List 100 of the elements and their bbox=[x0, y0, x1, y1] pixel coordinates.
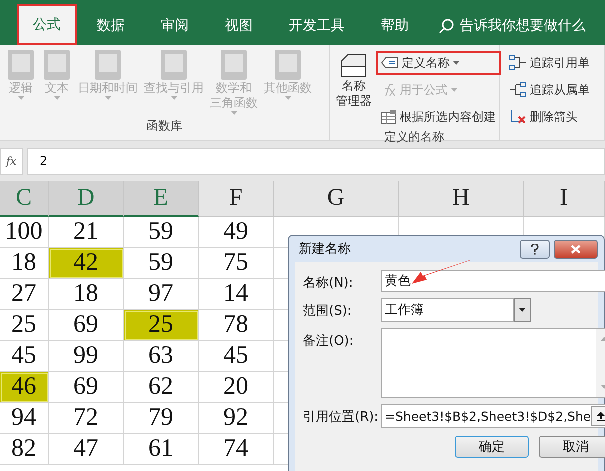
table-cell: 62 bbox=[124, 372, 199, 403]
column-header[interactable]: D bbox=[49, 181, 124, 217]
book-icon bbox=[273, 49, 303, 81]
field-label: 范围(S): bbox=[303, 303, 353, 321]
caret-icon bbox=[54, 96, 60, 100]
reference-input[interactable]: =Sheet3!$B$2,Sheet3!$D$2,She bbox=[381, 404, 605, 428]
dropdown-button[interactable] bbox=[514, 298, 531, 322]
book-icon bbox=[219, 49, 249, 81]
name-manager-label: 管理器 bbox=[336, 94, 372, 109]
table-cell: 79 bbox=[124, 403, 199, 434]
table-cell: 47 bbox=[49, 434, 124, 465]
column-header[interactable]: I bbox=[524, 181, 605, 217]
table-cell: 59 bbox=[124, 217, 199, 248]
table-cell: 59 bbox=[124, 248, 199, 279]
name-input[interactable]: 黄色 bbox=[381, 270, 605, 292]
table-cell: 69 bbox=[49, 372, 124, 403]
function-label: 逻辑 bbox=[9, 81, 33, 96]
dialog-title: 新建名称 bbox=[299, 241, 351, 258]
group-label: 定义的名称 bbox=[384, 129, 446, 146]
table-cell: 27 bbox=[0, 279, 49, 310]
name-manager-button[interactable]: 名称 管理器 bbox=[334, 49, 374, 129]
table-cell: 45 bbox=[199, 341, 274, 372]
table-cell: 72 bbox=[49, 403, 124, 434]
tag-icon bbox=[381, 57, 399, 69]
table-cell: 18 bbox=[0, 248, 49, 279]
name-manager-label: 名称 bbox=[342, 79, 366, 94]
formula-input[interactable]: 2 bbox=[27, 148, 605, 174]
table-cell: 97 bbox=[124, 279, 199, 310]
caret-icon bbox=[104, 96, 112, 100]
caret-icon bbox=[230, 111, 238, 115]
table-cell: 74 bbox=[199, 434, 274, 465]
caret-icon bbox=[451, 88, 458, 92]
close-icon bbox=[571, 244, 581, 254]
function-label: 文本 bbox=[45, 81, 69, 96]
table-cell: 78 bbox=[199, 310, 274, 341]
search-icon bbox=[439, 18, 454, 34]
insert-function-button[interactable]: fx bbox=[0, 148, 23, 174]
trace-arrows-icon bbox=[509, 82, 527, 98]
column-header[interactable]: F bbox=[199, 181, 274, 217]
help-button[interactable] bbox=[520, 240, 550, 258]
book-icon bbox=[93, 49, 123, 81]
caret-icon bbox=[519, 308, 526, 312]
defined-name-button[interactable]: 定义名称 bbox=[376, 51, 501, 75]
dialog-button[interactable]: 确定 bbox=[455, 436, 530, 458]
comment-input[interactable] bbox=[381, 328, 605, 398]
ribbon-tab[interactable]: 视图 bbox=[209, 7, 269, 45]
caret-icon bbox=[453, 61, 460, 65]
function-label: 日期和时间 bbox=[78, 81, 138, 96]
formula-auditing-button[interactable]: 删除箭头 bbox=[504, 105, 595, 129]
caret-icon bbox=[284, 96, 292, 100]
table-cell: 18 bbox=[49, 279, 124, 310]
table-cell: 100 bbox=[0, 217, 49, 248]
table-cell: 21 bbox=[49, 217, 124, 248]
table-cell: 99 bbox=[49, 341, 124, 372]
caret-icon bbox=[170, 96, 178, 100]
column-header[interactable]: C bbox=[0, 181, 49, 217]
book-icon bbox=[6, 49, 36, 81]
table-cell: 69 bbox=[49, 310, 124, 341]
group-label: 函数库 bbox=[146, 118, 184, 135]
ribbon-tab[interactable]: 数据 bbox=[81, 7, 141, 45]
close-button[interactable] bbox=[554, 240, 598, 258]
table-cell: 82 bbox=[0, 434, 49, 465]
table-cell: 61 bbox=[124, 434, 199, 465]
collapse-button[interactable] bbox=[591, 406, 605, 426]
trace-arrows-icon bbox=[509, 55, 527, 71]
table-cell: 42 bbox=[49, 248, 124, 279]
table-cell: 92 bbox=[199, 403, 274, 434]
formula-auditing-button[interactable]: 追踪从属单 bbox=[504, 78, 595, 102]
dialog-button[interactable]: 取消 bbox=[539, 436, 605, 458]
column-header[interactable]: H bbox=[399, 181, 524, 217]
tell-me-search[interactable]: 告诉我你想要做什么 bbox=[460, 17, 586, 35]
field-label: 引用位置(R): bbox=[303, 409, 380, 427]
book-icon bbox=[159, 49, 189, 81]
up-arrow-icon bbox=[596, 410, 605, 422]
table-cell: 25 bbox=[124, 310, 199, 341]
ribbon-tab[interactable]: 公式 bbox=[17, 4, 77, 45]
ribbon-tab[interactable]: 帮助 bbox=[365, 7, 425, 45]
function-label: 数学和 bbox=[216, 81, 252, 96]
ribbon-tab[interactable]: 审阅 bbox=[145, 7, 205, 45]
remove-arrows-icon bbox=[509, 109, 527, 125]
book-icon bbox=[42, 49, 72, 81]
pointer-arrow-drawing bbox=[412, 260, 472, 284]
column-header[interactable]: G bbox=[274, 181, 399, 217]
table-cell: 63 bbox=[124, 341, 199, 372]
table-cell: 45 bbox=[0, 341, 49, 372]
table-cell: 25 bbox=[0, 310, 49, 341]
defined-name-button[interactable]: 根据所选内容创建 bbox=[376, 105, 501, 129]
table-cell: 94 bbox=[0, 403, 49, 434]
table-cell: 75 bbox=[199, 248, 274, 279]
help-icon bbox=[531, 244, 539, 254]
field-label: 备注(O): bbox=[303, 333, 355, 351]
caret-icon bbox=[18, 96, 24, 100]
column-header[interactable]: E bbox=[124, 181, 199, 217]
table-cell: 14 bbox=[199, 279, 274, 310]
formula-auditing-button[interactable]: 追踪引用单 bbox=[504, 51, 595, 75]
table-cell: 49 bbox=[199, 217, 274, 248]
table-cell: 20 bbox=[199, 372, 274, 403]
ribbon-tab[interactable]: 开发工具 bbox=[273, 7, 361, 45]
table-icon bbox=[381, 109, 397, 125]
scope-select[interactable]: 工作簿 bbox=[381, 298, 514, 322]
